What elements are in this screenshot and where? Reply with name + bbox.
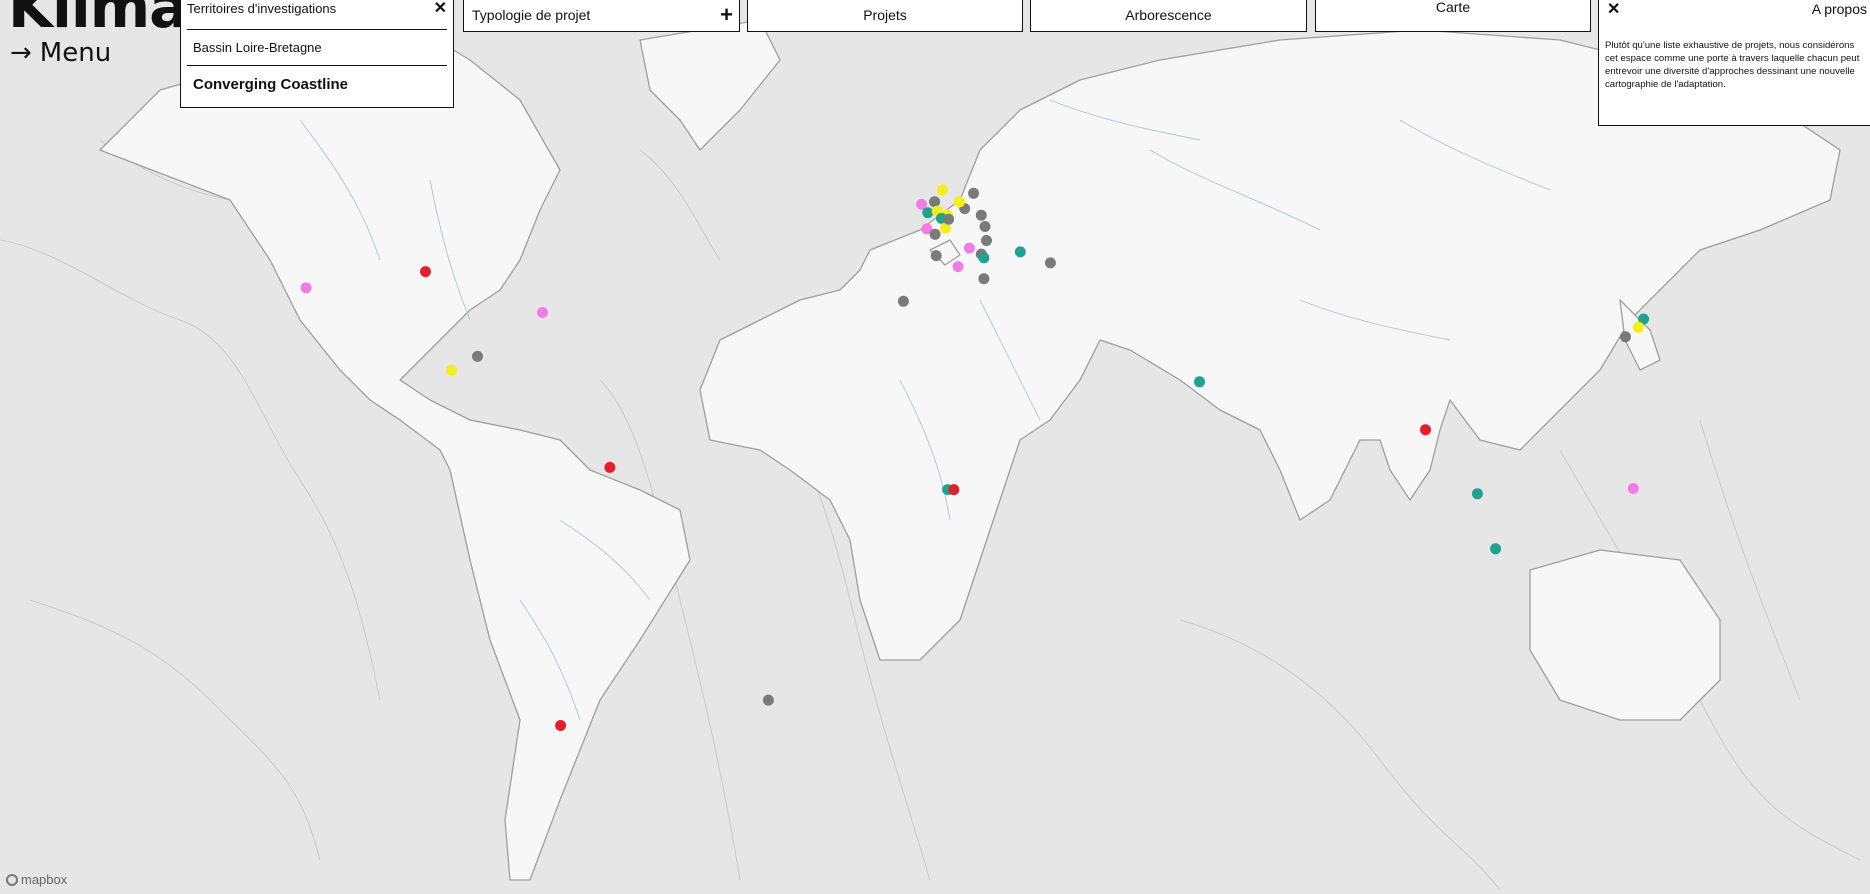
project-marker-yellow[interactable] (954, 196, 965, 208)
close-icon[interactable]: ✕ (434, 0, 447, 18)
territories-title: Territoires d'investigations (187, 0, 337, 16)
menu-button[interactable]: → Menu (10, 38, 111, 68)
project-marker-red[interactable] (948, 484, 960, 496)
project-marker-teal[interactable] (1014, 246, 1026, 258)
mapbox-attribution[interactable]: mapbox (6, 872, 67, 887)
project-marker-grey[interactable] (762, 694, 774, 706)
project-marker-grey[interactable] (1044, 257, 1056, 269)
tab-carte[interactable]: Carte (1315, 0, 1591, 32)
project-marker-yellow[interactable] (936, 184, 948, 196)
project-marker-grey[interactable] (472, 350, 483, 362)
apropos-text: Plutôt qu'une liste exhaustive de projet… (1605, 40, 1860, 90)
project-marker-grey[interactable] (981, 235, 992, 246)
mapbox-logo-icon (6, 873, 18, 886)
project-marker-grey[interactable] (929, 196, 941, 208)
world-map[interactable] (0, 0, 1870, 894)
project-marker-yellow[interactable] (1632, 321, 1644, 333)
project-marker-grey[interactable] (978, 273, 990, 285)
close-icon[interactable]: ✕ (1607, 0, 1620, 19)
tab-typologie[interactable]: Typologie de projet + (463, 0, 740, 32)
project-marker-red[interactable] (1420, 424, 1431, 436)
territories-panel: Territoires d'investigations ✕ Bassin Lo… (180, 0, 454, 108)
tab-typologie-label: Typologie de projet (472, 7, 591, 23)
apropos-header: ✕ A propos (1599, 0, 1870, 19)
tab-projets[interactable]: Projets (747, 0, 1023, 32)
territories-header: Territoires d'investigations ✕ (181, 0, 453, 17)
project-marker-red[interactable] (420, 266, 431, 278)
project-marker-pink[interactable] (300, 282, 312, 294)
menu-label: Menu (39, 38, 112, 68)
apropos-title[interactable]: A propos (1812, 1, 1867, 17)
tab-arborescence[interactable]: Arborescence (1030, 0, 1307, 32)
project-marker-grey[interactable] (968, 187, 980, 199)
project-marker-red[interactable] (604, 461, 616, 473)
project-marker-grey[interactable] (1620, 331, 1631, 343)
project-marker-red[interactable] (555, 720, 567, 731)
project-marker-teal[interactable] (1194, 376, 1205, 388)
project-marker-grey[interactable] (930, 250, 942, 262)
project-marker-teal[interactable] (1471, 488, 1483, 500)
apropos-panel: ✕ A propos Plutôt qu'une liste exhaustiv… (1598, 0, 1870, 126)
project-marker-teal[interactable] (922, 207, 934, 219)
brand-logo[interactable]: Klima (8, 0, 188, 36)
project-marker-teal[interactable] (978, 252, 990, 264)
project-marker-grey[interactable] (929, 228, 941, 240)
project-marker-grey[interactable] (975, 209, 987, 221)
project-marker-pink[interactable] (952, 261, 964, 273)
project-marker-grey[interactable] (979, 221, 991, 232)
project-marker-grey[interactable] (943, 213, 955, 225)
project-marker-grey[interactable] (897, 295, 909, 307)
project-marker-pink[interactable] (963, 242, 975, 254)
project-marker-pink[interactable] (1627, 483, 1639, 494)
arrow-right-icon: → (10, 38, 32, 68)
plus-icon[interactable]: + (720, 2, 733, 28)
territory-item[interactable]: Bassin Loire-Bretagne (187, 29, 447, 65)
project-marker-yellow[interactable] (446, 364, 457, 376)
mapbox-label: mapbox (21, 872, 68, 887)
territory-item-active[interactable]: Converging Coastline (187, 65, 447, 103)
project-marker-teal[interactable] (1490, 543, 1502, 555)
project-marker-pink[interactable] (536, 307, 548, 318)
